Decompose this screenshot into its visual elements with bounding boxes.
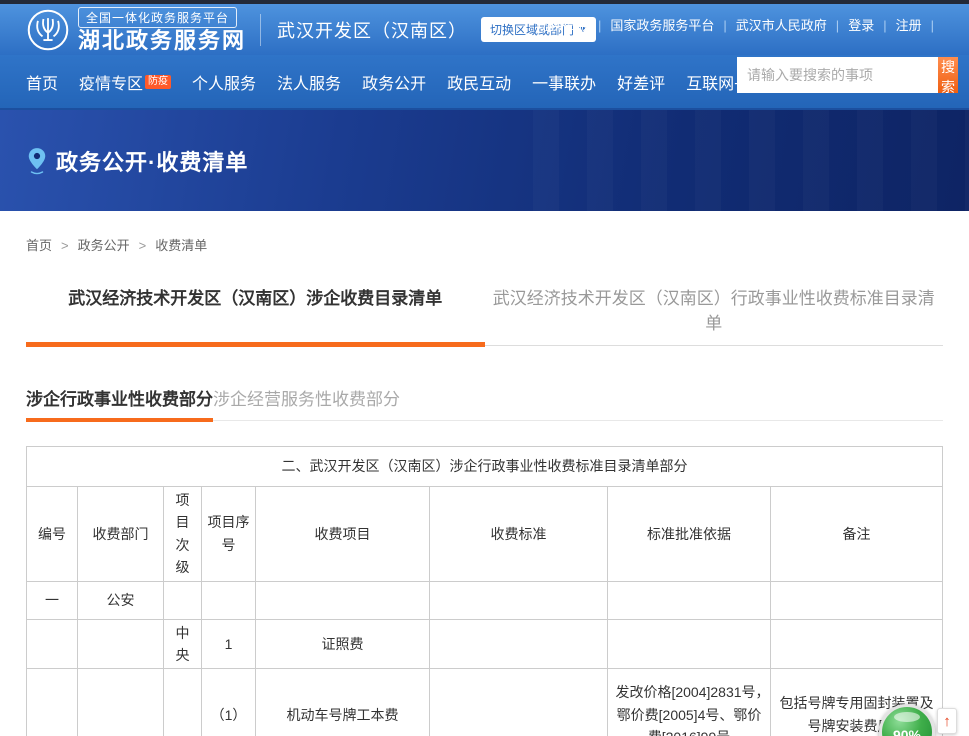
breadcrumb-item-gov-disclosure[interactable]: 政务公开 [78,238,156,253]
table-cell [27,669,78,736]
widget-gloss [894,712,920,722]
table-cell [164,669,202,736]
search-button[interactable]: 搜索 [938,57,958,93]
col-header-department: 收费部门 [78,487,164,582]
epidemic-badge: 防疫 [145,75,171,89]
page-title: 政务公开·收费清单 [56,145,248,177]
table-cell [202,581,256,619]
top-link-wuhan-gov[interactable]: 武汉市人民政府 [736,18,848,33]
table-cell: 一 [27,581,78,619]
nav-item-epidemic-zone[interactable]: 疫情专区防疫 [79,70,171,94]
table-cell: 1 [202,619,256,669]
content: 首页政务公开收费清单 武汉经济技术开发区（汉南区）涉企收费目录清单 武汉经济技术… [0,235,969,736]
table-cell [608,581,771,619]
header: 全国一体化政务服务平台 湖北政务服务网 武汉开发区（汉南区） 切换区域或部门 切… [0,4,969,55]
scroll-percent-label: 90% [882,727,932,736]
col-header-number: 编号 [27,487,78,582]
table-cell [430,669,608,736]
table-cell [78,669,164,736]
breadcrumb-item-fee-list: 收费清单 [155,238,207,253]
nav-item-label: 首页 [26,70,58,94]
location-pin-icon [26,146,48,176]
nav-item-personal-services[interactable]: 个人服务 [192,70,256,94]
table-cell: 证照费 [256,619,430,669]
table-row: （1） 机动车号牌工本费 发改价格[2004]2831号， 鄂价费[2005]4… [27,669,943,736]
table-title: 二、武汉开发区（汉南区）涉企行政事业性收费标准目录清单部分 [27,447,943,487]
col-header-approval-basis: 标准批准依据 [608,487,771,582]
subtab-operational-service-fees[interactable]: 涉企经营服务性收费部分 [213,385,400,420]
nav-item-label: 政民互动 [447,70,511,94]
tabs: 武汉经济技术开发区（汉南区）涉企收费目录清单 武汉经济技术开发区（汉南区）行政事… [26,284,943,347]
nav-item-one-stop[interactable]: 一事联办 [532,70,596,94]
table-cell [430,581,608,619]
up-arrow-icon: ↑ [943,714,951,729]
table-cell-label: 中央 [174,622,190,667]
nav-item-public-interaction[interactable]: 政民互动 [447,70,511,94]
table-cell [27,619,78,669]
table-cell [430,619,608,669]
banner: 政务公开·收费清单 [0,110,969,211]
page: 全国一体化政务服务平台 湖北政务服务网 武汉开发区（汉南区） 切换区域或部门 切… [0,0,969,736]
tab-enterprise-fee-catalog[interactable]: 武汉经济技术开发区（汉南区）涉企收费目录清单 [26,284,485,347]
col-header-fee-item: 收费项目 [256,487,430,582]
header-divider [260,14,261,46]
nav-item-label: 政务公开 [362,70,426,94]
col-header-remarks: 备注 [771,487,943,582]
platform-badge: 全国一体化政务服务平台 [78,7,237,28]
site-logo-icon [26,8,70,52]
breadcrumb: 首页政务公开收费清单 [26,235,943,254]
top-link-register[interactable]: 注册 [896,18,943,33]
table-cell [164,581,202,619]
top-link-login[interactable]: 登录 [848,18,895,33]
nav-item-label: 个人服务 [192,70,256,94]
nav-item-label: 疫情专区 [79,70,143,94]
table-cell [771,581,943,619]
nav-item-label: 一事联办 [532,70,596,94]
region-name: 武汉开发区（汉南区） [277,17,467,43]
col-header-project-level: 项目次级 [164,487,202,582]
table-row: 一 公安 [27,581,943,619]
table-cell [771,619,943,669]
table-cell [256,581,430,619]
table-cell: 机动车号牌工本费 [256,669,430,736]
breadcrumb-item-home[interactable]: 首页 [26,238,78,253]
nav-item-label: 法人服务 [277,70,341,94]
fee-table: 二、武汉开发区（汉南区）涉企行政事业性收费标准目录清单部分 编号 收费部门 项目… [26,446,943,736]
search-input[interactable] [737,57,938,93]
table-row: 中央 1 证照费 [27,619,943,669]
table-cell: 中央 [164,619,202,669]
scroll-percent-widget[interactable]: 90% [879,704,935,736]
top-link-old-version[interactable]: 切换旧版 [537,18,610,33]
site-name: 湖北政务服务网 [78,29,246,53]
nav-item-gov-disclosure[interactable]: 政务公开 [362,70,426,94]
top-links: 切换旧版国家政务服务平台武汉市人民政府登录注册 [537,15,943,34]
site-logo[interactable]: 全国一体化政务服务平台 湖北政务服务网 [26,7,246,53]
col-header-fee-standard: 收费标准 [430,487,608,582]
nav-item-legal-entity-services[interactable]: 法人服务 [277,70,341,94]
nav-item-home[interactable]: 首页 [26,70,58,94]
col-header-project-seq: 项目序号 [202,487,256,582]
top-link-national-platform[interactable]: 国家政务服务平台 [610,18,735,33]
col-header-label: 项目序号 [206,511,251,556]
table-cell [608,619,771,669]
table-cell: （1） [202,669,256,736]
table-cell [78,619,164,669]
scroll-widget: 90% ↑ [873,700,963,736]
main-nav: 首页 疫情专区防疫 个人服务 法人服务 政务公开 政民互动 一事联办 好差评 互… [0,55,969,110]
nav-item-label: 好差评 [617,70,665,94]
back-to-top-button[interactable]: ↑ [937,708,957,734]
tab-administrative-fee-standard-catalog[interactable]: 武汉经济技术开发区（汉南区）行政事业性收费标准目录清单 [485,284,944,347]
subtab-administrative-fees[interactable]: 涉企行政事业性收费部分 [26,385,213,420]
subtabs: 涉企行政事业性收费部分涉企经营服务性收费部分 [26,385,943,421]
table-cell: 发改价格[2004]2831号， 鄂价费[2005]4号、鄂价费[2016]99… [608,669,771,736]
col-header-label: 项目次级 [174,489,190,579]
search-box: 搜索 [737,57,958,93]
table-cell: 公安 [78,581,164,619]
nav-item-rating[interactable]: 好差评 [617,70,665,94]
